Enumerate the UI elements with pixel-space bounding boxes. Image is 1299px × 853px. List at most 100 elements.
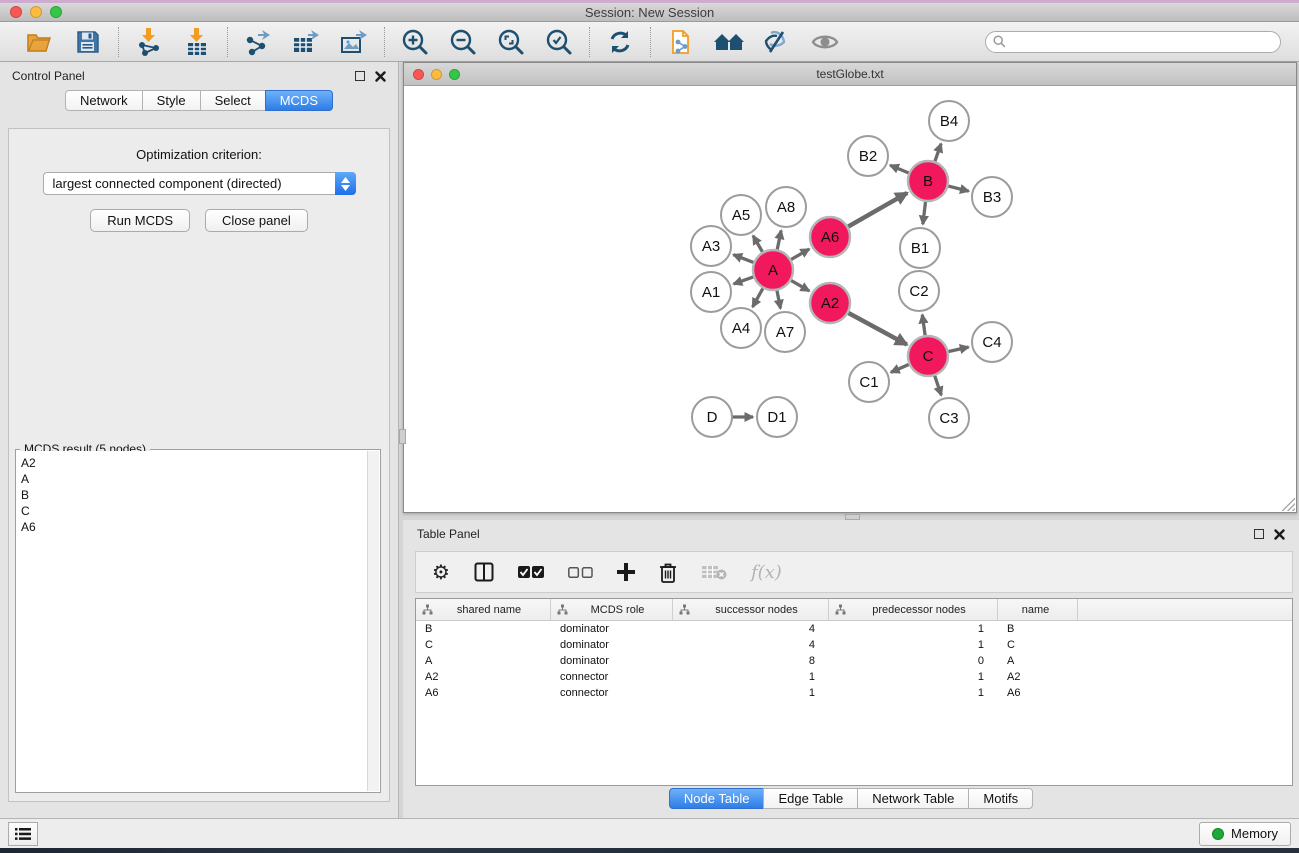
table-panel-tabs: Node TableEdge TableNetwork TableMotifs — [403, 788, 1299, 809]
cell-name: C — [998, 639, 1078, 651]
window-resize-grip[interactable] — [1282, 498, 1295, 511]
column-header-MCDS-role[interactable]: MCDS role — [551, 599, 673, 620]
network-zoom-icon[interactable] — [449, 69, 460, 80]
save-session-icon[interactable] — [71, 26, 105, 58]
app-titlebar: Session: New Session — [0, 3, 1299, 22]
network-graph[interactable]: A A1 A2 A3 A4 A5 A6 A7 A8 B B1 B2 B3B4 C C1 C2 C3C4 D D1 — [404, 86, 1296, 511]
show-graphics-details-icon[interactable] — [808, 26, 842, 58]
node-A[interactable]: A — [753, 250, 793, 290]
table-body: Bdominator41BCdominator41CAdominator80AA… — [416, 621, 1292, 701]
float-panel-icon[interactable] — [355, 71, 365, 81]
zoom-fit-icon[interactable] — [494, 26, 528, 58]
result-item[interactable]: B — [21, 487, 367, 503]
float-table-panel-icon[interactable] — [1254, 529, 1264, 539]
cell-successor-nodes: 1 — [673, 671, 829, 683]
close-panel-button[interactable]: Close panel — [205, 209, 308, 232]
add-column-icon[interactable] — [617, 557, 635, 587]
vertical-splitter-handle[interactable] — [399, 429, 406, 444]
open-session-icon[interactable] — [23, 26, 57, 58]
tab-mcds[interactable]: MCDS — [265, 90, 333, 111]
result-item[interactable]: A — [21, 471, 367, 487]
table-row[interactable]: A2connector11A2 — [416, 669, 1292, 685]
task-history-button[interactable] — [8, 822, 38, 846]
run-mcds-button[interactable]: Run MCDS — [90, 209, 190, 232]
result-item[interactable]: C — [21, 503, 367, 519]
tab-network[interactable]: Network — [65, 90, 143, 111]
close-window-icon[interactable] — [10, 6, 22, 18]
node-table[interactable]: shared nameMCDS rolesuccessor nodesprede… — [415, 598, 1293, 786]
close-panel-icon[interactable] — [375, 71, 386, 82]
result-item[interactable]: A2 — [21, 455, 367, 471]
refresh-icon[interactable] — [603, 26, 637, 58]
node-D1[interactable]: D1 — [757, 397, 797, 437]
table-tab-network-table[interactable]: Network Table — [857, 788, 969, 809]
column-header-predecessor-nodes[interactable]: predecessor nodes — [829, 599, 998, 620]
table-row[interactable]: Adominator80A — [416, 653, 1292, 669]
zoom-window-icon[interactable] — [50, 6, 62, 18]
node-B4[interactable]: B4 — [929, 101, 969, 141]
export-table-icon[interactable] — [289, 26, 323, 58]
table-tab-node-table[interactable]: Node Table — [669, 788, 765, 809]
table-tab-motifs[interactable]: Motifs — [968, 788, 1033, 809]
network-from-selection-icon[interactable] — [664, 26, 698, 58]
delete-column-icon[interactable] — [659, 557, 677, 587]
network-close-icon[interactable] — [413, 69, 424, 80]
column-settings-icon[interactable]: ⚙ — [432, 557, 450, 587]
column-header-successor-nodes[interactable]: successor nodes — [673, 599, 829, 620]
node-B1[interactable]: B1 — [900, 228, 940, 268]
table-row[interactable]: A6connector11A6 — [416, 685, 1292, 701]
close-table-panel-icon[interactable] — [1274, 529, 1285, 540]
column-header-shared-name[interactable]: shared name — [416, 599, 551, 620]
status-bar: Memory — [0, 818, 1299, 848]
toolbar-search[interactable] — [985, 31, 1281, 53]
cell-predecessor-nodes: 0 — [829, 655, 998, 667]
network-minimize-icon[interactable] — [431, 69, 442, 80]
node-C[interactable]: C — [908, 336, 948, 376]
select-stepper-icon — [335, 172, 356, 195]
node-A2[interactable]: A2 — [810, 283, 850, 323]
zoom-out-icon[interactable] — [446, 26, 480, 58]
select-all-icon[interactable] — [518, 557, 544, 587]
minimize-window-icon[interactable] — [30, 6, 42, 18]
node-A4[interactable]: A4 — [721, 308, 761, 348]
network-window-titlebar[interactable]: testGlobe.txt — [404, 63, 1296, 86]
node-A6[interactable]: A6 — [810, 217, 850, 257]
node-C3[interactable]: C3 — [929, 398, 969, 438]
tab-style[interactable]: Style — [142, 90, 201, 111]
mcds-result-list[interactable]: A2ABCA6 — [17, 451, 367, 791]
node-C4[interactable]: C4 — [972, 322, 1012, 362]
table-row[interactable]: Cdominator41C — [416, 637, 1292, 653]
export-network-icon[interactable] — [241, 26, 275, 58]
result-scrollbar[interactable] — [367, 451, 379, 791]
node-B[interactable]: B — [908, 161, 948, 201]
export-image-icon[interactable] — [337, 26, 371, 58]
import-table-icon[interactable] — [180, 26, 214, 58]
node-A1[interactable]: A1 — [691, 272, 731, 312]
node-A7[interactable]: A7 — [765, 312, 805, 352]
node-A3[interactable]: A3 — [691, 226, 731, 266]
toggle-panel-icon[interactable] — [474, 557, 494, 587]
svg-text:A6: A6 — [821, 229, 839, 246]
search-input[interactable] — [1011, 35, 1280, 49]
node-B3[interactable]: B3 — [972, 177, 1012, 217]
criterion-select[interactable]: largest connected component (directed) — [43, 172, 356, 195]
column-header-name[interactable]: name — [998, 599, 1078, 620]
home-icon[interactable] — [712, 26, 746, 58]
result-item[interactable]: A6 — [21, 519, 367, 535]
memory-button[interactable]: Memory — [1199, 822, 1291, 846]
node-A5[interactable]: A5 — [721, 195, 761, 235]
clear-selection-icon[interactable] — [568, 557, 593, 587]
zoom-in-icon[interactable] — [398, 26, 432, 58]
network-canvas[interactable]: A A1 A2 A3 A4 A5 A6 A7 A8 B B1 B2 B3B4 C C1 C2 C3C4 D D1 — [404, 86, 1296, 512]
hide-graphics-details-icon[interactable] — [760, 26, 794, 58]
node-B2[interactable]: B2 — [848, 136, 888, 176]
table-row[interactable]: Bdominator41B — [416, 621, 1292, 637]
node-C2[interactable]: C2 — [899, 271, 939, 311]
zoom-selected-icon[interactable] — [542, 26, 576, 58]
table-tab-edge-table[interactable]: Edge Table — [763, 788, 858, 809]
node-C1[interactable]: C1 — [849, 362, 889, 402]
import-network-icon[interactable] — [132, 26, 166, 58]
node-D[interactable]: D — [692, 397, 732, 437]
tab-select[interactable]: Select — [200, 90, 266, 111]
node-A8[interactable]: A8 — [766, 187, 806, 227]
